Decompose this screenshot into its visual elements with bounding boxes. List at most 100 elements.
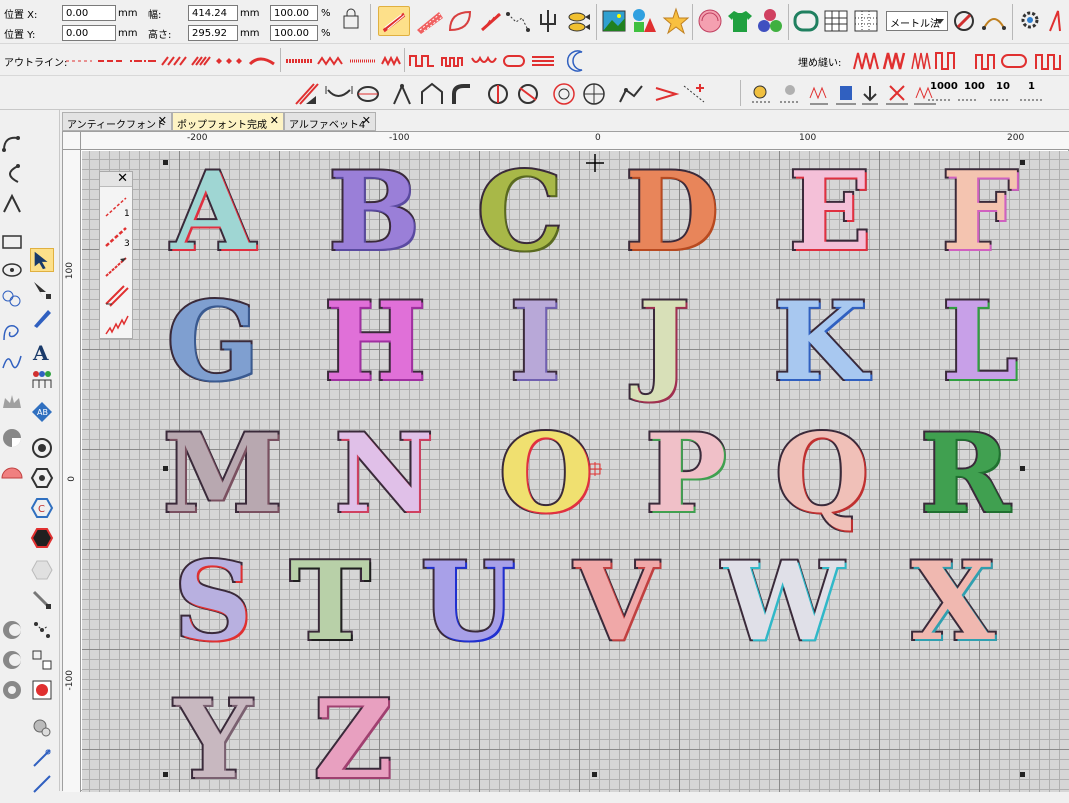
separator [404,48,405,72]
needle2-icon[interactable] [30,772,54,796]
image-insert-icon[interactable] [600,6,628,36]
zigzag-run-icon[interactable] [102,310,132,338]
people-motif-icon[interactable] [30,368,54,392]
hexagon-outline-icon[interactable] [30,466,54,490]
count-100[interactable]: 100 [964,81,985,92]
count-arrows [928,99,1042,101]
vertical-ruler: 100 0 -100 [63,150,81,792]
grid-area[interactable] [82,151,1069,792]
count-1[interactable]: 1 [1028,81,1035,92]
pos-x-input[interactable] [62,5,116,21]
close-icon[interactable]: ✕ [270,114,279,127]
arc-tool-icon[interactable] [980,6,1008,36]
zigzag-red-icon[interactable] [1048,6,1068,36]
run-stitch-path-icon[interactable] [504,6,532,36]
circle-target-icon[interactable] [30,436,54,460]
bead-icon[interactable] [30,716,54,740]
pen-draw-icon[interactable] [30,306,54,330]
node-edit-icon[interactable] [30,278,54,302]
toolbar-outline: アウトライン: 埋め縫い: [0,44,1069,76]
hexagon-red-icon[interactable] [30,526,54,550]
heart-flower-icon[interactable] [0,286,24,310]
svg-text:AB: AB [37,408,48,417]
freehand-icon[interactable] [0,350,24,374]
rectangle-icon[interactable] [0,230,24,254]
crown-icon[interactable] [0,390,24,414]
percent-w: % [321,8,331,19]
satin-outline-types[interactable] [408,50,558,72]
hoop-frame-icon[interactable] [792,6,820,36]
single-run-icon[interactable]: 1 [102,192,132,220]
close-icon[interactable]: ✕ [362,114,371,127]
tab-alphabet-4[interactable]: アルファベット4 ✕ [284,112,376,131]
width-input[interactable] [188,5,238,21]
machine-settings-icon[interactable] [1016,6,1044,36]
applique-red-icon[interactable] [30,678,54,702]
shell-design-icon[interactable] [696,6,724,36]
color-balls-icon[interactable] [756,6,784,36]
monogram-icon[interactable]: AB [30,400,54,424]
height-input[interactable] [188,25,238,41]
outline-stitch-types[interactable] [64,50,278,72]
height-label: 高さ: [148,30,172,41]
separator [740,80,741,106]
scale-h-input[interactable] [270,25,318,41]
outline-stitch-types-2[interactable] [284,50,404,72]
hexagon-grey-icon[interactable] [30,558,54,582]
spiral-icon[interactable] [0,320,24,344]
measure-method-select[interactable]: メートル法 [886,11,948,31]
needle-icon[interactable] [30,746,54,770]
pos-y-input[interactable] [62,25,116,41]
node-dots-icon[interactable] [30,618,54,642]
count-1000[interactable]: 1000 [930,81,958,92]
grey-circle-1-icon[interactable] [0,618,24,642]
starfish-motif-icon[interactable] [662,6,690,36]
grey-circle-3-icon[interactable] [0,678,24,702]
fish-motif-icon[interactable] [564,6,592,36]
proportion-lock-icon[interactable] [338,7,366,37]
polygon-node-icon[interactable] [0,192,24,216]
triple-run-icon[interactable]: 3 [102,222,132,250]
scale-w-input[interactable] [270,5,318,21]
separator [1012,4,1013,40]
edit-tools[interactable] [292,80,712,108]
shapes-icon[interactable] [630,6,658,36]
grey-circle-2-icon[interactable] [0,648,24,672]
align-squares-icon[interactable] [30,648,54,672]
svg-text:3: 3 [124,239,130,249]
tab-pop-font[interactable]: ポップフォント完成 ✕ [172,112,284,131]
knife-cut-icon[interactable] [30,588,54,612]
select-arrow-icon[interactable] [30,248,54,272]
crescent-icon[interactable] [564,46,592,76]
document-tabs: アンティークフォント ✕ ポップフォント完成 ✕ アルファベット4 ✕ [60,112,1069,131]
grid-toggle-icon[interactable] [822,6,850,36]
tatami-fill-icon[interactable] [414,6,446,36]
leaf-fill-icon[interactable] [446,6,474,36]
design-canvas[interactable]: -200 -100 0 100 200 100 0 -100 [62,131,1069,792]
tab-antique-font[interactable]: アンティークフォント ✕ [62,112,172,131]
unit-h: mm [240,28,260,39]
hexagon-c-icon[interactable]: C [30,496,54,520]
tab-label: アンティークフォント [67,120,166,131]
tshirt-design-icon[interactable] [726,6,754,36]
feather-fill-icon[interactable] [478,6,506,36]
satin-fill-icon[interactable] [378,6,410,36]
bezier-node-icon[interactable] [0,132,24,156]
arrow-run-icon[interactable] [102,252,132,280]
stitch-edit-tools[interactable] [748,80,938,108]
palette-header[interactable]: ✕ [100,171,132,187]
motif-fork-icon[interactable] [534,6,562,36]
shell-pink-icon[interactable] [0,460,24,484]
close-icon[interactable]: ✕ [158,114,167,127]
text-tool-icon[interactable]: A [30,340,54,365]
grid-dots-icon[interactable] [852,6,880,36]
double-run-icon[interactable] [102,282,132,310]
ruler-corner[interactable] [63,132,81,150]
ellipse-icon[interactable] [0,258,24,282]
bezier-curve-icon[interactable] [0,162,24,186]
applique-icon[interactable] [0,426,24,450]
count-10[interactable]: 10 [996,81,1010,92]
fill-stitch-types[interactable] [852,49,1067,73]
close-icon[interactable]: ✕ [117,171,128,186]
measure-tool-icon[interactable] [950,6,978,36]
